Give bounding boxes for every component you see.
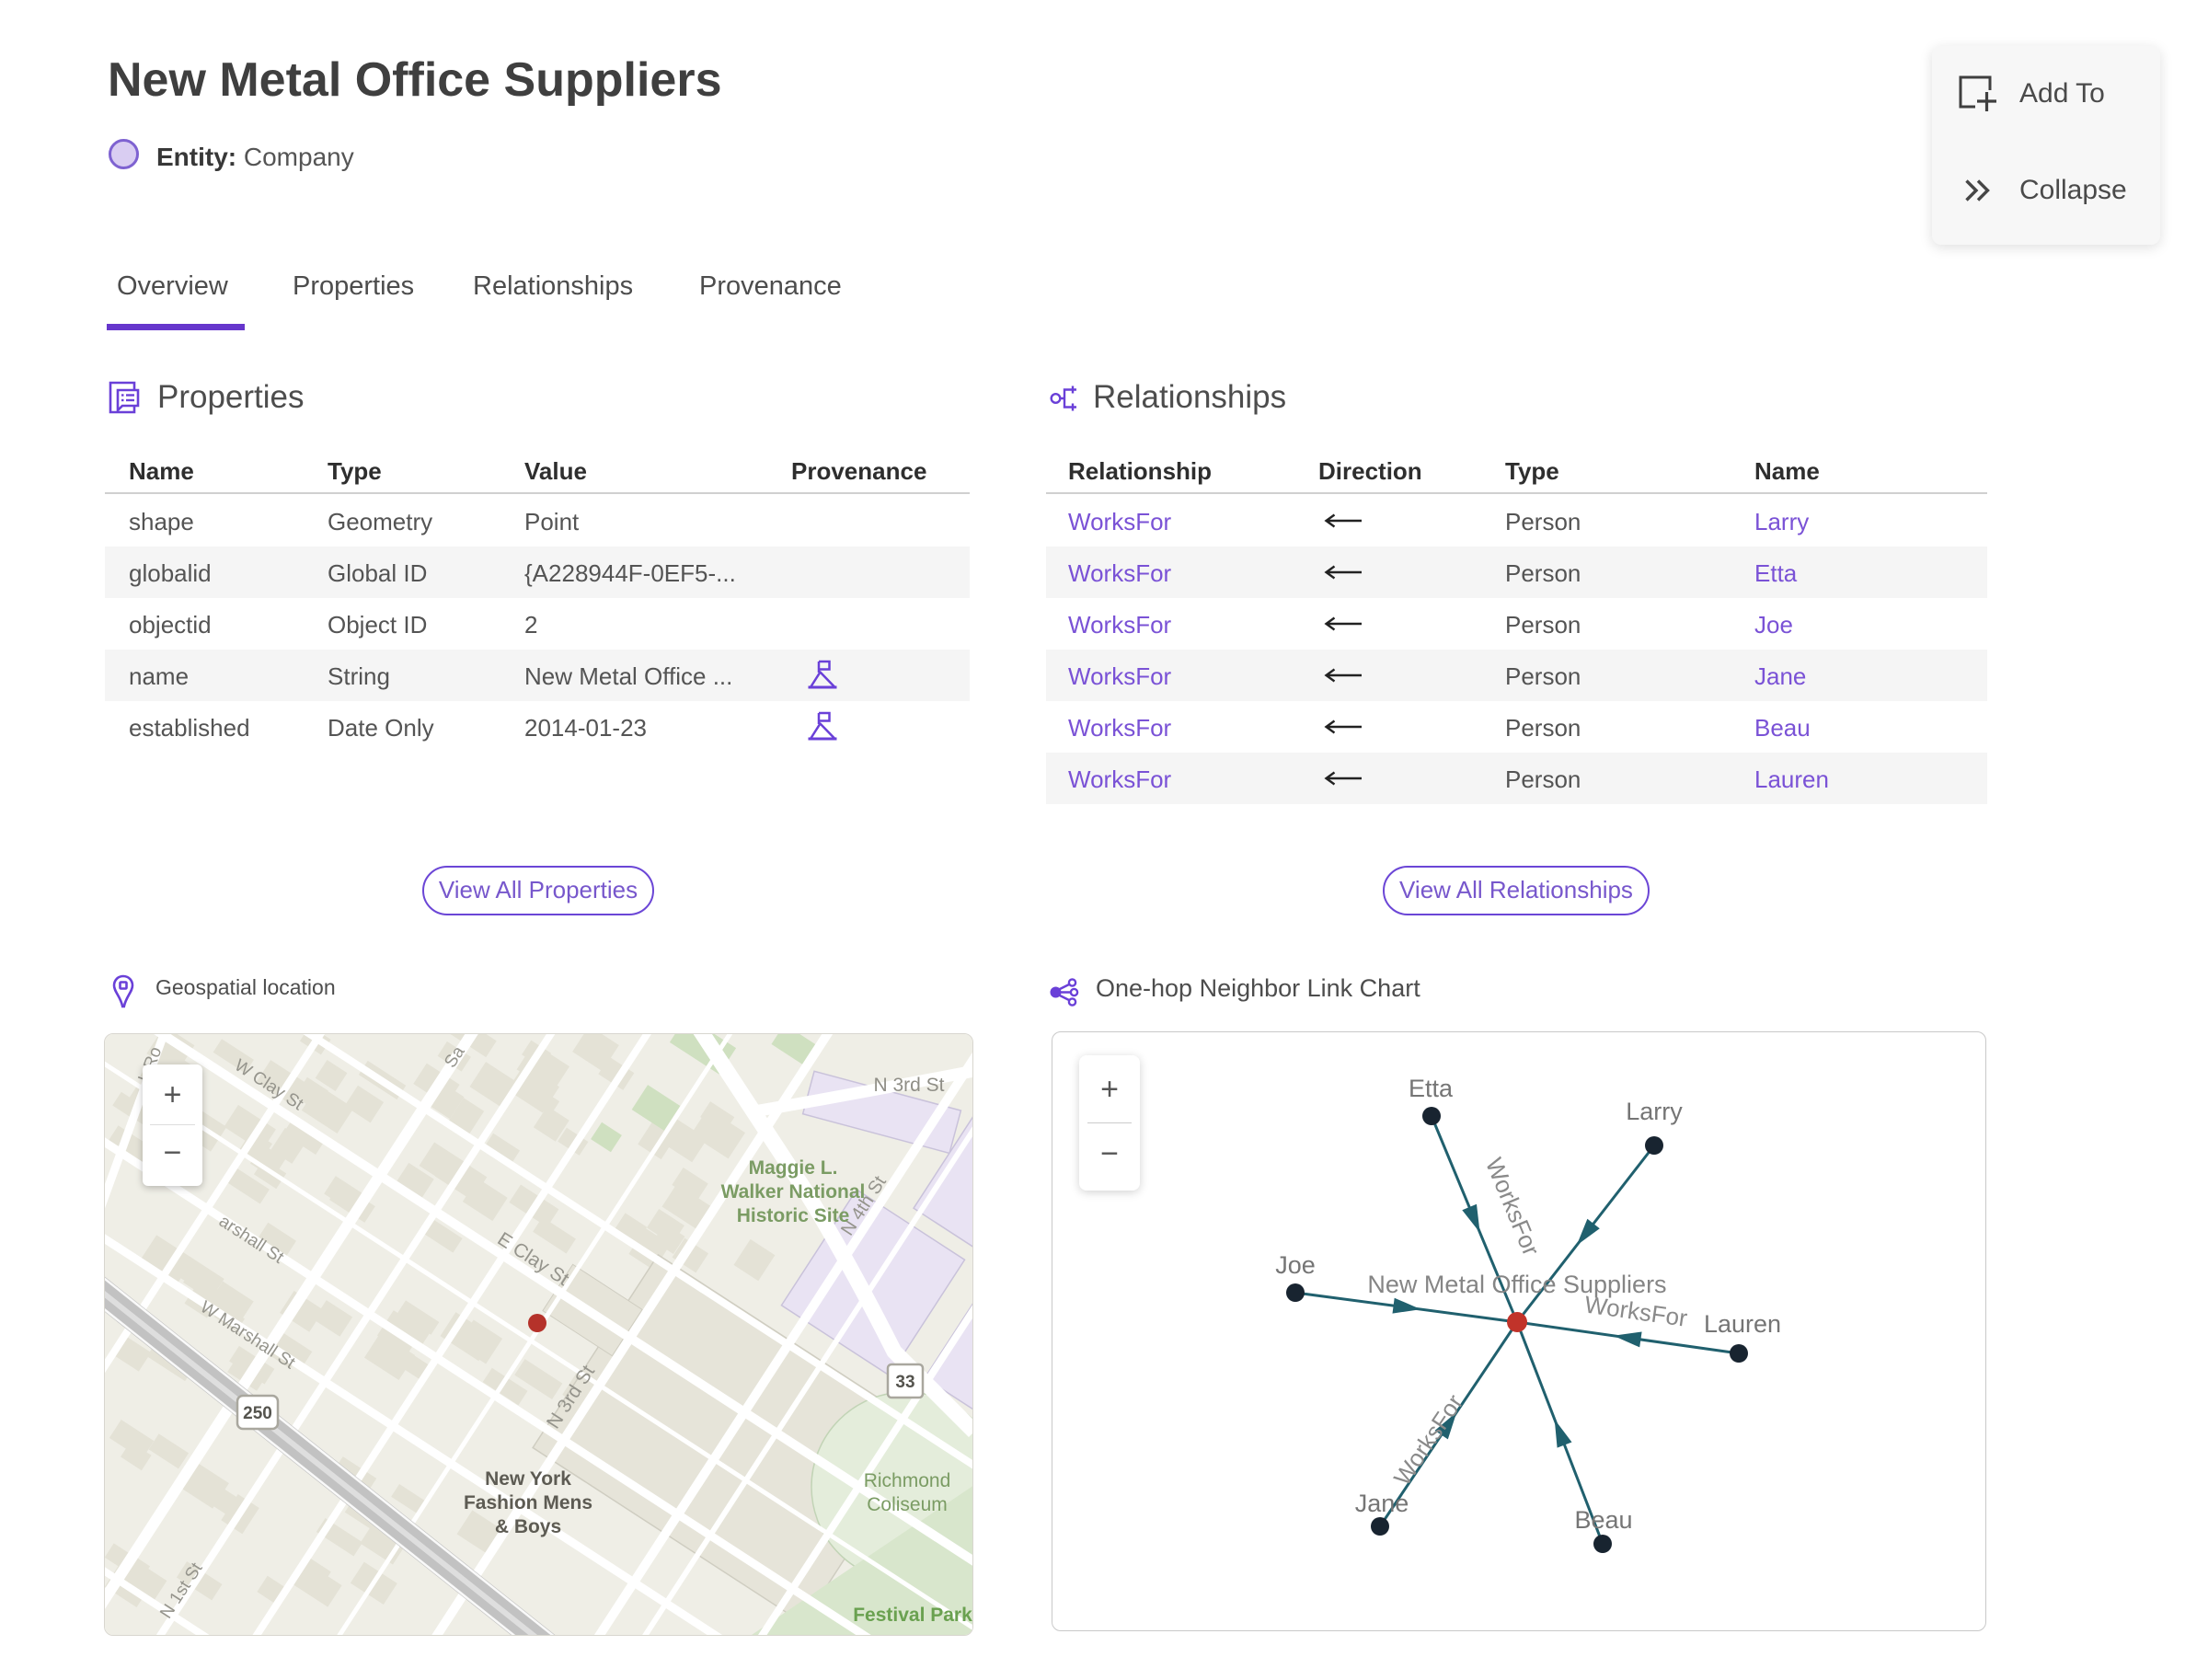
svg-text:& Boys: & Boys [495,1516,561,1537]
svg-text:Larry: Larry [1626,1098,1683,1125]
svg-text:Jane: Jane [1355,1490,1409,1517]
svg-text:Richmond: Richmond [864,1470,951,1491]
svg-text:Historic Site: Historic Site [737,1205,850,1226]
svg-text:33: 33 [895,1373,914,1392]
svg-text:Coliseum: Coliseum [867,1494,948,1515]
svg-text:New Metal Office Suppliers: New Metal Office Suppliers [1367,1271,1666,1298]
svg-text:WorksFor: WorksFor [1480,1154,1546,1260]
svg-text:Festival Park: Festival Park [853,1605,972,1626]
svg-text:Fashion Mens: Fashion Mens [464,1492,592,1513]
svg-text:Maggie L.: Maggie L. [749,1157,838,1179]
svg-text:WorksFor: WorksFor [1388,1389,1469,1490]
svg-text:Walker National: Walker National [721,1181,866,1202]
svg-text:N 3rd St: N 3rd St [873,1075,944,1096]
svg-text:Joe: Joe [1275,1251,1316,1279]
svg-text:New York: New York [485,1468,571,1490]
svg-text:Lauren: Lauren [1704,1310,1781,1338]
svg-text:250: 250 [243,1404,272,1423]
svg-text:Etta: Etta [1409,1075,1454,1102]
svg-text:Beau: Beau [1574,1506,1632,1534]
